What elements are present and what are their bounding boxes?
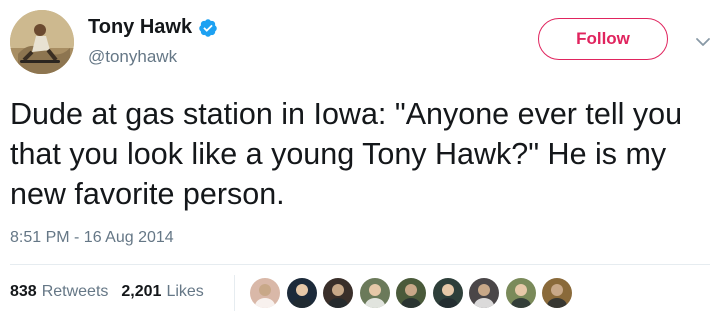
retweets-label[interactable]: Retweets [42, 283, 109, 301]
stats-divider [234, 275, 235, 311]
user-avatar[interactable] [10, 10, 74, 74]
liker-avatar-3-icon[interactable] [322, 277, 354, 309]
likes-count[interactable]: 2,201 [121, 283, 161, 301]
skater-avatar-icon [10, 10, 74, 74]
liker-avatar-6-icon[interactable] [431, 277, 464, 309]
chevron-down-icon[interactable] [695, 36, 711, 48]
display-name[interactable]: Tony Hawk [88, 16, 192, 39]
name-row: Tony Hawk [88, 16, 218, 39]
tweet-text: Dude at gas station in Iowa: "Anyone eve… [10, 97, 683, 211]
liker-avatar-8-icon[interactable] [504, 277, 537, 309]
liker-avatar-5-icon[interactable] [395, 277, 427, 309]
liker-avatar-7-icon[interactable] [468, 277, 500, 309]
tweet-timestamp[interactable]: 8:51 PM - 16 Aug 2014 [10, 229, 174, 247]
likes-label[interactable]: Likes [166, 283, 203, 301]
follow-button[interactable]: Follow [538, 18, 668, 60]
liker-avatar-9-icon[interactable] [541, 277, 573, 309]
liker-avatar-4-icon[interactable] [358, 277, 391, 309]
verified-badge-icon [199, 18, 217, 37]
user-handle[interactable]: @tonyhawk [88, 47, 177, 67]
liker-avatar-2-icon[interactable] [285, 277, 318, 309]
tweet-stats: 838 Retweets 2,201 Likes [10, 283, 204, 301]
liker-avatars [249, 277, 578, 309]
retweets-count[interactable]: 838 [10, 283, 37, 301]
divider [10, 264, 710, 265]
liker-avatar-1-icon[interactable] [249, 277, 281, 309]
tweet-header: Tony Hawk @tonyhawk Follow [10, 10, 713, 74]
